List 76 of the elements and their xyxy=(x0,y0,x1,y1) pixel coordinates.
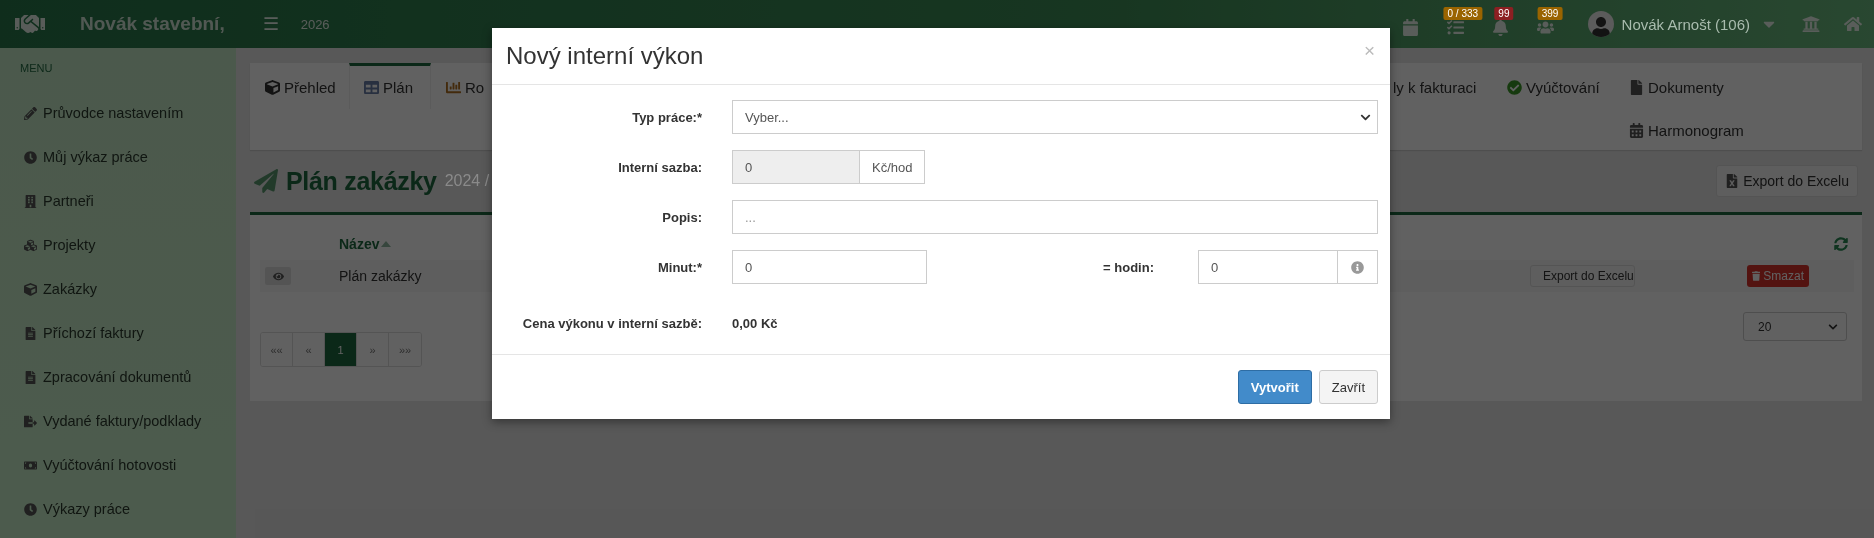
menu-heading: MENU xyxy=(20,62,54,74)
tab[interactable]: Plán xyxy=(349,63,431,109)
cube-icon xyxy=(24,282,37,296)
info-icon xyxy=(1351,260,1364,274)
close-button[interactable]: × xyxy=(1363,40,1375,72)
menu-toggle[interactable]: ☰ xyxy=(262,13,279,35)
sidebar-item[interactable]: Výkazy práce xyxy=(43,501,131,517)
sidebar-item[interactable]: Projekty xyxy=(43,237,96,253)
table-icon xyxy=(364,80,379,95)
field-label: = hodin: xyxy=(1102,259,1154,275)
calendar-icon[interactable] xyxy=(1401,18,1419,36)
clock-icon xyxy=(24,502,37,516)
count-badge: 399 xyxy=(1537,6,1563,20)
clock-icon xyxy=(24,150,37,164)
count-badge: 99 xyxy=(1494,6,1514,20)
building-icon xyxy=(24,194,37,208)
sidebar-item[interactable]: Příchozí faktury xyxy=(43,325,144,341)
field-label: Minut:* xyxy=(656,259,702,275)
bell-icon[interactable] xyxy=(1491,18,1509,36)
field-label: Popis: xyxy=(661,209,702,225)
sidebar-item[interactable]: Zakázky xyxy=(43,281,97,297)
avatar[interactable] xyxy=(1587,11,1614,37)
file-icon xyxy=(24,370,37,384)
year-label: 2026 xyxy=(300,16,330,32)
refresh-icon[interactable] xyxy=(1834,236,1848,251)
sidebar-item[interactable]: Můj výkaz práce xyxy=(43,149,148,165)
sidebar-item[interactable]: Vyúčtování hotovosti xyxy=(43,457,177,473)
user-name[interactable]: Novák Arnošt (106) xyxy=(1621,15,1750,33)
sidebar-item[interactable]: Vydané faktury/podklady xyxy=(43,413,202,429)
export-button[interactable]: Export do Excelu xyxy=(1530,265,1635,287)
file-export-icon xyxy=(24,414,37,428)
tab[interactable]: Harmonogram xyxy=(1622,109,1772,149)
tab[interactable]: Přehled xyxy=(250,63,349,109)
price-value: 0,00 Kč xyxy=(732,315,779,331)
chart-icon xyxy=(446,80,461,95)
tasks-icon[interactable] xyxy=(1446,18,1464,36)
create-button[interactable]: Vytvořit xyxy=(1237,370,1312,404)
cube-icon xyxy=(265,80,280,95)
sidebar-item[interactable]: Zpracování dokumentů xyxy=(43,369,192,385)
calendar-icon xyxy=(1629,123,1644,138)
page-button[interactable]: 1 xyxy=(325,333,357,366)
home-icon[interactable] xyxy=(1844,15,1862,33)
excel-file-icon xyxy=(1725,174,1740,188)
field-label: Interní sazba: xyxy=(617,159,702,175)
export-button[interactable]: Export do Excelu xyxy=(1716,165,1858,197)
field-label: Typ práce:* xyxy=(631,109,702,125)
unit-addon: Kč/hod xyxy=(860,150,926,184)
trash-icon xyxy=(1752,270,1761,282)
tab[interactable]: Vyúčtování xyxy=(1500,63,1622,109)
paper-plane-icon xyxy=(254,169,278,193)
page-title: Plán zakázky xyxy=(286,166,437,196)
input-field[interactable]: 0 xyxy=(1198,250,1338,284)
input-field[interactable]: ... xyxy=(732,200,1378,234)
bank-icon[interactable] xyxy=(1802,15,1820,33)
field-label: Cena výkonu v interní sazbě: xyxy=(521,315,702,331)
input-field[interactable]: 0 xyxy=(732,250,927,284)
column-header[interactable]: Název xyxy=(339,235,1530,252)
cubes-icon xyxy=(24,238,37,252)
file-icon xyxy=(1629,80,1644,95)
page-size-select[interactable]: 20 xyxy=(1743,312,1847,341)
close-button[interactable]: Zavřít xyxy=(1318,370,1378,404)
tab[interactable]: Dokumenty xyxy=(1622,63,1772,109)
chevron-down-icon xyxy=(1828,321,1838,332)
tab[interactable]: Ro xyxy=(431,63,492,109)
delete-button[interactable]: Smazat xyxy=(1747,265,1809,287)
modal-title: Nový interní výkon xyxy=(506,42,704,70)
view-button[interactable] xyxy=(265,267,291,285)
count-badge: 0 / 333 xyxy=(1443,6,1483,20)
work-type-select[interactable]: Vyber... xyxy=(732,100,1378,134)
company-name: Novák stavební, xyxy=(80,13,225,35)
pencil-icon xyxy=(24,106,37,120)
sidebar-item[interactable]: Průvodce nastavením xyxy=(43,105,184,121)
table-cell-text: Plán zakázky xyxy=(339,268,423,284)
eye-icon xyxy=(272,270,284,282)
file-icon xyxy=(24,326,37,340)
sidebar-item[interactable]: Partneři xyxy=(43,193,94,209)
